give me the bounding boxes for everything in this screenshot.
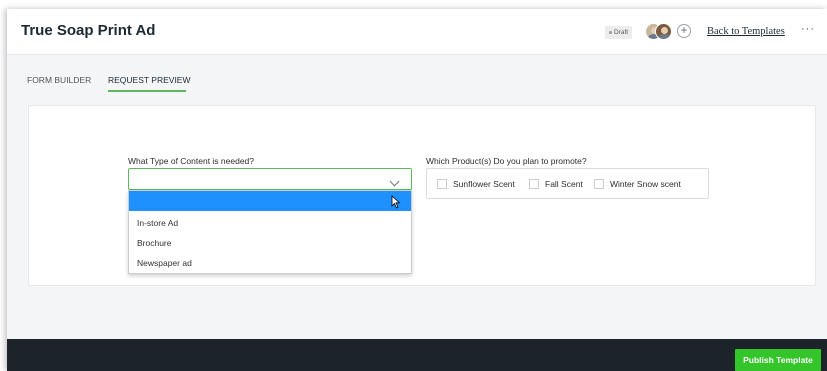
tab-form-builder[interactable]: FORM BUILDER (27, 75, 91, 85)
page-title: True Soap Print Ad (21, 22, 156, 39)
status-badge: Draft (605, 26, 633, 39)
content-type-label: What Type of Content is needed? (128, 156, 255, 166)
dropdown-option[interactable]: Newspaper ad (129, 253, 411, 273)
header-bar: True Soap Print Ad Draft + Back to Templ… (7, 9, 827, 55)
status-dot-icon (609, 30, 612, 34)
chevron-down-icon (389, 172, 406, 187)
avatar[interactable] (655, 23, 672, 40)
checkbox-label[interactable]: Sunflower Scent (453, 179, 515, 189)
content-type-dropdown: In-store Ad Brochure Newspaper ad (128, 190, 412, 274)
form-preview-card: What Type of Content is needed? In-store… (28, 105, 816, 286)
more-icon[interactable]: ··· (801, 23, 815, 35)
dropdown-option-blank[interactable] (129, 191, 411, 211)
checkbox-label[interactable]: Fall Scent (545, 179, 583, 189)
active-tab-indicator (108, 90, 186, 92)
cursor-icon (391, 195, 401, 209)
app-window: True Soap Print Ad Draft + Back to Templ… (7, 9, 827, 371)
publish-template-button[interactable]: Publish Template (735, 349, 821, 371)
footer-bar: Publish Template (7, 339, 827, 371)
dropdown-option[interactable]: Brochure (129, 233, 411, 253)
checkbox-winter-snow-scent[interactable] (594, 179, 604, 189)
back-to-templates-link[interactable]: Back to Templates (707, 26, 785, 37)
content-type-select[interactable] (128, 168, 412, 190)
status-badge-label: Draft (614, 29, 629, 36)
checkbox-fall-scent[interactable] (529, 179, 539, 189)
add-collaborator-button[interactable]: + (677, 24, 691, 38)
products-checkbox-group: Sunflower Scent Fall Scent Winter Snow s… (426, 168, 709, 199)
checkbox-label[interactable]: Winter Snow scent (610, 179, 681, 189)
products-label: Which Product(s) Do you plan to promote? (426, 156, 587, 166)
checkbox-sunflower-scent[interactable] (437, 179, 447, 189)
tab-request-preview[interactable]: REQUEST PREVIEW (108, 75, 191, 85)
dropdown-option[interactable]: In-store Ad (129, 213, 411, 233)
